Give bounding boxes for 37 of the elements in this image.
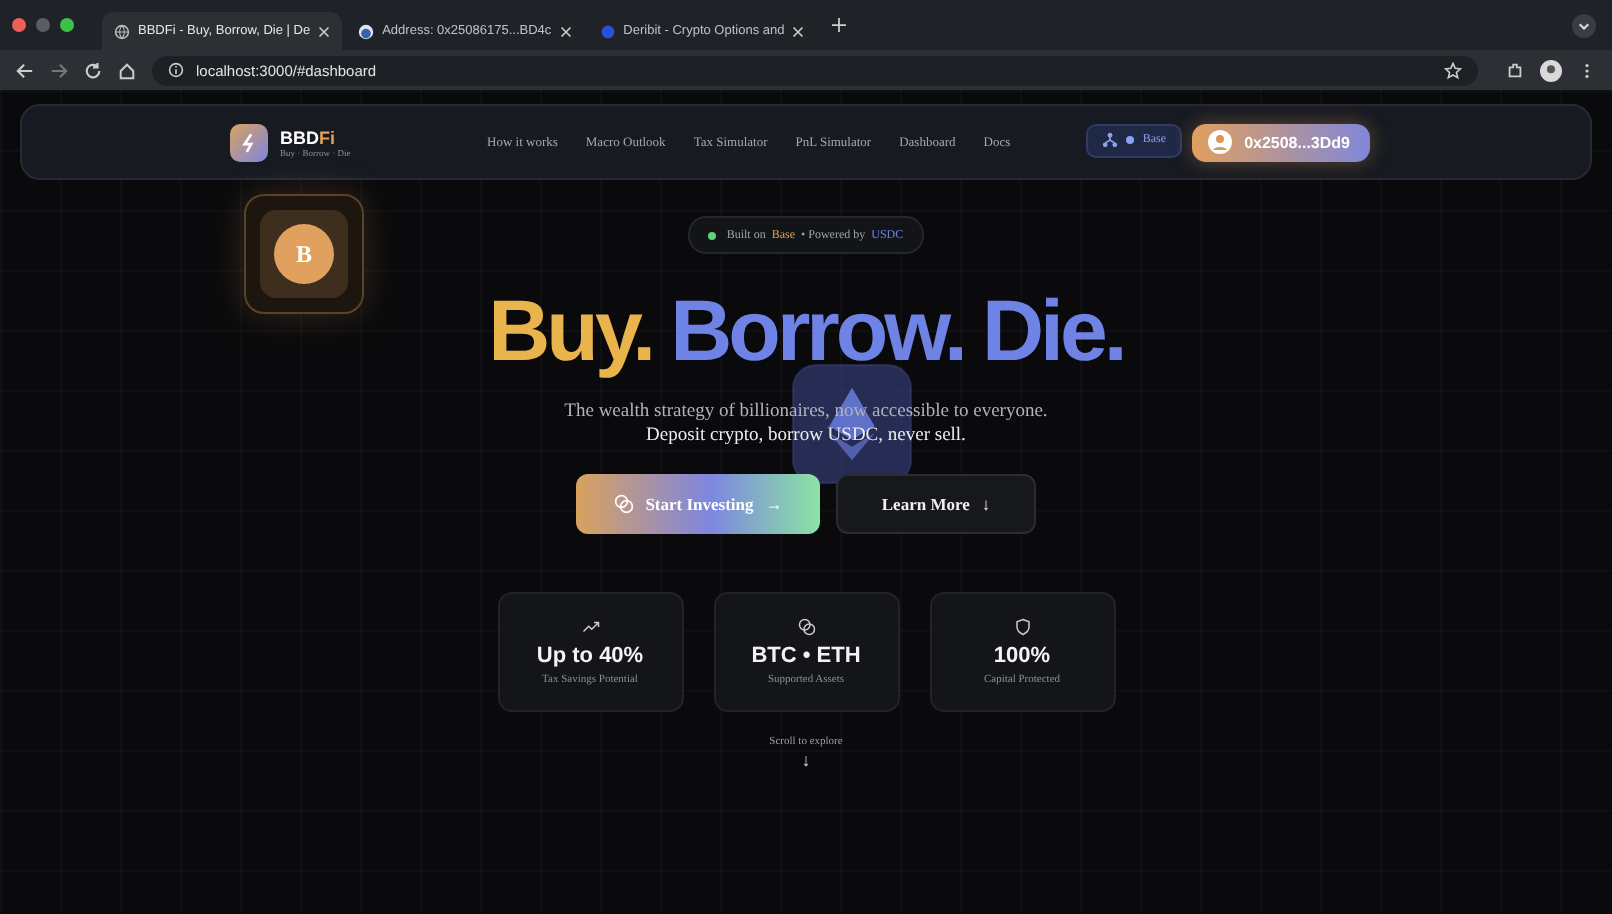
- network-nodes-icon: [1102, 132, 1119, 148]
- down-arrow[interactable]: ↓: [801, 750, 811, 770]
- site-logo-icon: [599, 23, 616, 39]
- home-icon[interactable]: [118, 61, 136, 79]
- coins-icon: [797, 618, 815, 636]
- learn-more-button[interactable]: Learn More ↓: [836, 474, 1036, 534]
- profile-avatar-icon[interactable]: [1540, 59, 1562, 81]
- globe-icon: [114, 23, 130, 39]
- brand-name[interactable]: BBDFi: [280, 127, 351, 147]
- stat-value: BTC • ETH: [751, 644, 861, 668]
- coin-letter: B: [274, 224, 334, 284]
- close-tab-icon[interactable]: [559, 25, 572, 37]
- logo-icon: [230, 123, 268, 161]
- new-tab-icon[interactable]: [832, 18, 847, 32]
- back-icon[interactable]: [16, 61, 34, 79]
- stat-value: Up to 40%: [536, 644, 644, 668]
- headline: Buy. Borrow. Die.: [488, 286, 1124, 378]
- maximize-window-button[interactable]: [60, 18, 74, 32]
- stat-value: 100%: [993, 644, 1051, 668]
- extensions-icon[interactable]: [1506, 61, 1524, 79]
- subtitle-tagline: Deposit crypto, borrow USDC, never sell.: [646, 426, 966, 446]
- close-window-button[interactable]: [12, 18, 26, 32]
- avatar-icon: [358, 23, 375, 39]
- tab-search-icon[interactable]: [1572, 13, 1596, 37]
- forward-icon[interactable]: [50, 61, 68, 79]
- coins-icon: [613, 494, 634, 514]
- user-avatar-icon: [1208, 130, 1233, 154]
- reload-icon[interactable]: [84, 61, 102, 79]
- shield-icon: [1013, 618, 1031, 636]
- status-dot: [1126, 136, 1135, 144]
- info-icon: [168, 62, 184, 78]
- bookmark-star-icon[interactable]: [1444, 61, 1462, 79]
- trend-up-icon: [581, 618, 599, 636]
- close-tab-icon[interactable]: [318, 25, 331, 37]
- close-tab-icon[interactable]: [792, 25, 805, 37]
- minimize-window-button[interactable]: [36, 18, 50, 32]
- subtitle: The wealth strategy of billionaires, now accessible to everyone.: [564, 402, 1048, 422]
